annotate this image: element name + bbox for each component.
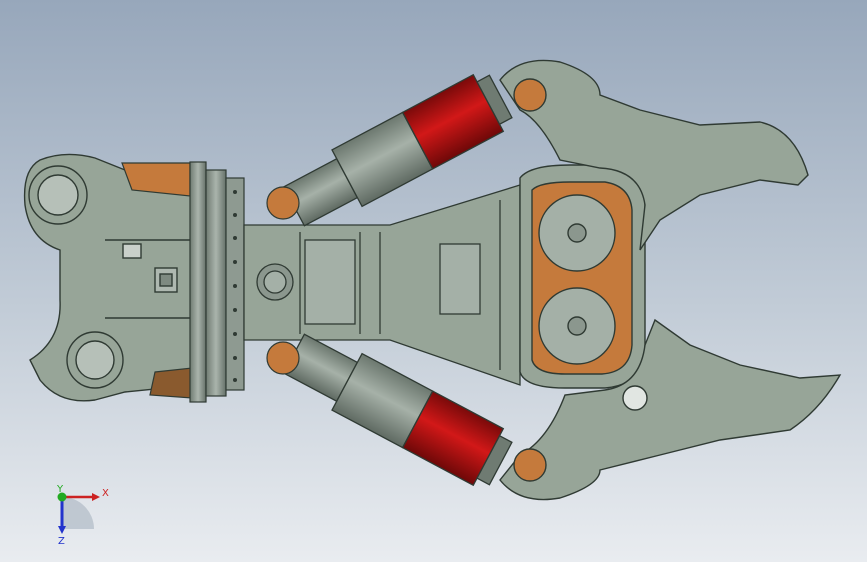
pivot-housing [519, 164, 646, 389]
hydraulic-shear-model[interactable]: X Y Z [0, 0, 867, 562]
z-axis-label: Z [58, 536, 65, 547]
x-axis-label: X [102, 488, 109, 499]
y-axis-label: Y [56, 484, 64, 495]
cad-viewport[interactable]: X Y Z [0, 0, 867, 562]
axis-triad: X Y Z [56, 484, 109, 547]
rotator-flange [189, 161, 245, 403]
